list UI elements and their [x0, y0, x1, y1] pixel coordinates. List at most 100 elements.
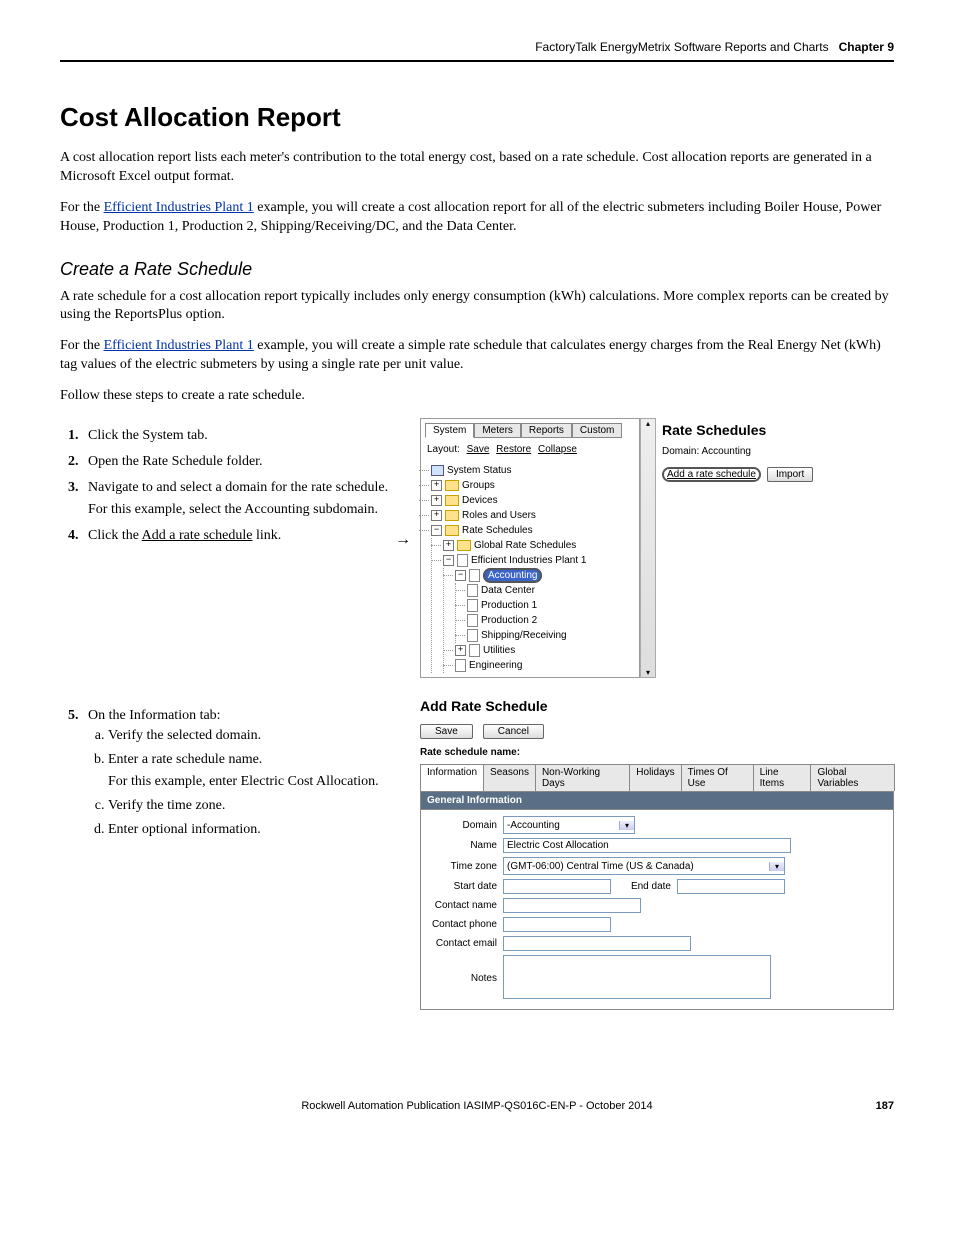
timezone-select[interactable]: (GMT-06:00) Central Time (US & Canada) ▾ — [503, 857, 785, 875]
tab-information[interactable]: Information — [420, 764, 484, 791]
intro-paragraph-1: A cost allocation report lists each mete… — [60, 149, 894, 187]
start-date-input[interactable] — [503, 879, 611, 894]
system-tabs: System Meters Reports Custom — [425, 423, 635, 438]
step-5d: Enter optional information. — [108, 822, 400, 838]
paragraph-rate-schedule-desc: A rate schedule for a cost allocation re… — [60, 288, 894, 326]
name-input[interactable] — [503, 838, 791, 853]
tree-engineering[interactable]: Engineering — [455, 658, 635, 673]
tree-devices[interactable]: +Devices — [431, 493, 635, 508]
tab-non-working-days[interactable]: Non-Working Days — [535, 764, 630, 791]
tab-seasons[interactable]: Seasons — [483, 764, 536, 791]
arrow-pointer-icon: → — [395, 531, 411, 549]
tab-custom[interactable]: Custom — [572, 423, 622, 438]
page-title: Cost Allocation Report — [60, 102, 894, 133]
timezone-field-label: Time zone — [427, 861, 503, 872]
contact-name-label: Contact name — [427, 900, 503, 911]
collapse-icon[interactable]: − — [443, 555, 454, 566]
layout-row: Layout: Save Restore Collapse — [427, 444, 635, 455]
end-date-input[interactable] — [677, 879, 785, 894]
rate-schedule-name-label: Rate schedule name: — [420, 747, 894, 758]
page-header: FactoryTalk EnergyMetrix Software Report… — [60, 40, 894, 62]
layout-collapse-link[interactable]: Collapse — [538, 444, 577, 455]
doc-icon — [457, 554, 468, 567]
contact-phone-input[interactable] — [503, 917, 611, 932]
tree-roles[interactable]: +Roles and Users — [431, 508, 635, 523]
tree-data-center[interactable]: Data Center — [467, 583, 635, 598]
page-footer: Rockwell Automation Publication IASIMP-Q… — [60, 1100, 894, 1112]
scroll-up-icon[interactable]: ▴ — [646, 419, 650, 428]
form-tabs: Information Seasons Non-Working Days Hol… — [420, 764, 894, 791]
tree-production-1[interactable]: Production 1 — [467, 598, 635, 613]
paragraph-example-intro: For the Efficient Industries Plant 1 exa… — [60, 337, 894, 375]
tab-reports[interactable]: Reports — [521, 423, 572, 438]
doc-icon — [467, 614, 478, 627]
save-button[interactable]: Save — [420, 724, 473, 739]
step-3: Navigate to and select a domain for the … — [82, 480, 400, 518]
folder-icon — [445, 480, 459, 491]
tree-rate-schedules[interactable]: −Rate Schedules — [431, 523, 635, 538]
step-5b: Enter a rate schedule name. For this exa… — [108, 752, 400, 790]
notes-textarea[interactable] — [503, 955, 771, 999]
tab-line-items[interactable]: Line Items — [753, 764, 812, 791]
folder-icon — [445, 525, 459, 536]
tree-utilities[interactable]: +Utilities — [455, 643, 635, 658]
link-efficient-industries-2[interactable]: Efficient Industries Plant 1 — [104, 338, 254, 353]
add-rate-schedule-link[interactable]: Add a rate schedule — [662, 467, 761, 482]
doc-icon — [469, 644, 480, 657]
domain-select[interactable]: -Accounting ▾ — [503, 816, 635, 834]
link-efficient-industries-1[interactable]: Efficient Industries Plant 1 — [104, 200, 254, 215]
layout-restore-link[interactable]: Restore — [496, 444, 531, 455]
step-5a: Verify the selected domain. — [108, 728, 400, 744]
tab-times-of-use[interactable]: Times Of Use — [681, 764, 754, 791]
tree-system-status[interactable]: System Status — [431, 463, 635, 478]
tab-holidays[interactable]: Holidays — [629, 764, 681, 791]
step-1: Click the System tab. — [82, 428, 400, 444]
screenshot-add-rate-schedule: Add Rate Schedule Save Cancel Rate sched… — [420, 698, 894, 1010]
step-3-note: For this example, select the Accounting … — [88, 502, 400, 518]
tree-global-rate[interactable]: +Global Rate Schedules — [443, 538, 635, 553]
name-field-label: Name — [427, 840, 503, 851]
layout-save-link[interactable]: Save — [467, 444, 490, 455]
tree-production-2[interactable]: Production 2 — [467, 613, 635, 628]
cancel-button[interactable]: Cancel — [483, 724, 544, 739]
expand-icon[interactable]: + — [431, 480, 442, 491]
step-5: On the Information tab: Verify the selec… — [82, 708, 400, 838]
expand-icon[interactable]: + — [431, 495, 442, 506]
general-information-bar: General Information — [420, 791, 894, 810]
expand-icon[interactable]: + — [443, 540, 454, 551]
header-chapter: Chapter 9 — [839, 40, 894, 54]
scrollbar[interactable]: ▴ ▾ — [640, 418, 656, 678]
collapse-icon[interactable]: − — [455, 570, 466, 581]
notes-label: Notes — [427, 955, 503, 984]
expand-icon[interactable]: + — [455, 645, 466, 656]
doc-icon — [467, 599, 478, 612]
doc-icon — [469, 569, 480, 582]
tab-global-variables[interactable]: Global Variables — [810, 764, 895, 791]
tree-groups[interactable]: +Groups — [431, 478, 635, 493]
contact-email-input[interactable] — [503, 936, 691, 951]
tab-meters[interactable]: Meters — [474, 423, 521, 438]
footer-publication: Rockwell Automation Publication IASIMP-Q… — [301, 1100, 652, 1112]
folder-icon — [445, 495, 459, 506]
contact-email-label: Contact email — [427, 938, 503, 949]
step-2: Open the Rate Schedule folder. — [82, 454, 400, 470]
header-running-text: FactoryTalk EnergyMetrix Software Report… — [535, 40, 828, 54]
import-button[interactable]: Import — [767, 467, 813, 482]
doc-icon — [467, 584, 478, 597]
domain-label: Domain: Accounting — [662, 446, 888, 457]
scroll-down-icon[interactable]: ▾ — [646, 668, 650, 677]
collapse-icon[interactable]: − — [431, 525, 442, 536]
subheading-create-rate-schedule: Create a Rate Schedule — [60, 259, 894, 280]
doc-icon — [455, 659, 466, 672]
tree-plant[interactable]: −Efficient Industries Plant 1 — [443, 553, 635, 568]
screenshot-tree-panel: → System Meters Reports Custom Layout: S… — [420, 418, 894, 678]
add-rate-schedule-heading: Add Rate Schedule — [420, 698, 894, 714]
computer-icon — [431, 465, 444, 476]
expand-icon[interactable]: + — [431, 510, 442, 521]
intro-paragraph-2: For the Efficient Industries Plant 1 exa… — [60, 199, 894, 237]
tree-shipping[interactable]: Shipping/Receiving — [467, 628, 635, 643]
contact-name-input[interactable] — [503, 898, 641, 913]
paragraph-follow-steps: Follow these steps to create a rate sche… — [60, 387, 894, 406]
tab-system[interactable]: System — [425, 423, 474, 438]
tree-accounting[interactable]: −Accounting — [455, 568, 635, 583]
